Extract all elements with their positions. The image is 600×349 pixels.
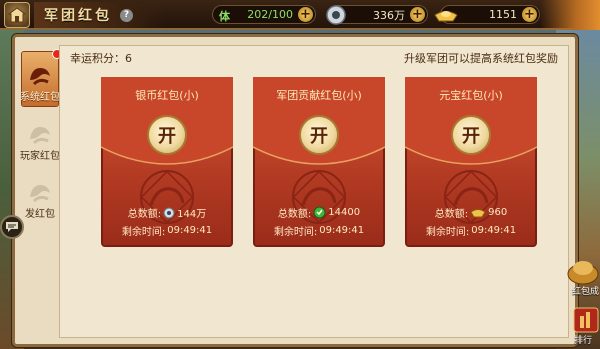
time-label: 剩余时间: xyxy=(121,227,166,238)
total-label: 总数额: xyxy=(127,209,162,220)
red-packet-panel: 系统红包 玩家红包 发红包 幸运积分：6 升级军团可以提高系统红包奖励 银币红包… xyxy=(12,34,578,347)
tab-send-red-packet[interactable]: 发红包 xyxy=(21,167,59,223)
red-packet-card[interactable]: 军团贡献红包(小) 开 总数额: 14400 剩余时间: 09:49:41 xyxy=(253,77,385,247)
total-amount: 总数额: 960 xyxy=(405,205,537,220)
gold-add-button[interactable]: + xyxy=(522,7,537,22)
total-label: 总数额: xyxy=(434,209,469,220)
card-title: 元宝红包(小) xyxy=(439,89,503,102)
stamina-label: 体 xyxy=(219,10,230,23)
tab-label: 发红包 xyxy=(25,209,55,220)
top-right-ornament xyxy=(540,0,600,30)
silver-value: 336万 xyxy=(373,8,405,22)
tab-label: 系统红包 xyxy=(20,92,60,103)
gold-ingot-icon xyxy=(470,209,486,218)
home-button[interactable] xyxy=(4,2,30,28)
total-value: 960 xyxy=(488,207,508,218)
tab-label: 玩家红包 xyxy=(20,151,60,162)
title-plate: 军团红包 ? xyxy=(34,2,164,28)
total-amount: 总数额: 144万 xyxy=(101,205,233,220)
time-value: 09:49:41 xyxy=(471,225,517,236)
remaining-time: 剩余时间: 09:49:41 xyxy=(101,223,233,238)
remaining-time: 剩余时间: 09:49:41 xyxy=(253,223,385,238)
remaining-time: 剩余时间: 09:49:41 xyxy=(405,223,537,238)
silver-coin-icon xyxy=(326,5,346,25)
total-value: 144万 xyxy=(177,209,207,220)
red-packet-card[interactable]: 银币红包(小) 开 总数额: 144万 剩余时间: 09:49:41 xyxy=(101,77,233,247)
page-title: 军团红包 xyxy=(44,8,112,24)
dragon-emblem-icon xyxy=(30,68,50,86)
stamina-add-button[interactable]: + xyxy=(298,7,313,22)
time-label: 剩余时间: xyxy=(425,227,470,238)
tab-player-red-packet[interactable]: 玩家红包 xyxy=(20,109,60,165)
open-button[interactable]: 开 xyxy=(147,115,187,155)
card-title: 军团贡献红包(小) xyxy=(276,89,362,102)
lucky-points: 幸运积分：6 xyxy=(70,52,132,65)
tab-system-red-packet[interactable]: 系统红包 xyxy=(20,49,62,107)
total-value: 14400 xyxy=(328,207,361,218)
silver-resource: 336万 + xyxy=(326,5,428,25)
ranking-label: 排行 xyxy=(574,336,593,346)
time-value: 09:49:41 xyxy=(319,225,365,236)
time-value: 09:49:41 xyxy=(167,225,213,236)
gold-resource: 1151 + xyxy=(434,5,540,24)
open-button[interactable]: 开 xyxy=(299,115,339,155)
ranking-icon[interactable] xyxy=(572,306,600,334)
home-icon xyxy=(8,7,26,23)
card-title: 银币红包(小) xyxy=(135,89,199,102)
upgrade-tip: 升级军团可以提高系统红包奖励 xyxy=(404,52,558,65)
red-packet-card[interactable]: 元宝红包(小) 开 总数额: 960 剩余时间: 09:49:41 xyxy=(405,77,537,247)
gold-value: 1151 xyxy=(489,8,517,21)
top-bar: 军团红包 ? 体 202/100 + 336万 + 1151 + xyxy=(0,0,600,30)
chat-button[interactable] xyxy=(0,215,24,239)
total-amount: 总数额: 14400 xyxy=(253,205,385,220)
open-button[interactable]: 开 xyxy=(451,115,491,155)
silver-coin-icon xyxy=(163,207,175,218)
help-button[interactable]: ? xyxy=(120,8,133,22)
stamina-resource: 体 202/100 + xyxy=(212,5,316,24)
red-packet-achievement-icon[interactable] xyxy=(566,256,600,286)
chat-icon xyxy=(6,222,18,232)
gold-ingot-icon xyxy=(434,11,458,22)
red-packet-achievement-label: 红包成 xyxy=(572,287,600,297)
silver-add-button[interactable]: + xyxy=(410,7,425,22)
dragon-emblem-icon xyxy=(30,127,50,145)
time-label: 剩余时间: xyxy=(273,227,318,238)
info-row: 幸运积分：6 升级军团可以提高系统红包奖励 xyxy=(70,48,558,68)
dragon-emblem-icon xyxy=(30,185,50,203)
total-label: 总数额: xyxy=(277,209,312,220)
contribution-icon xyxy=(313,206,326,219)
stamina-value: 202/100 xyxy=(247,8,293,21)
